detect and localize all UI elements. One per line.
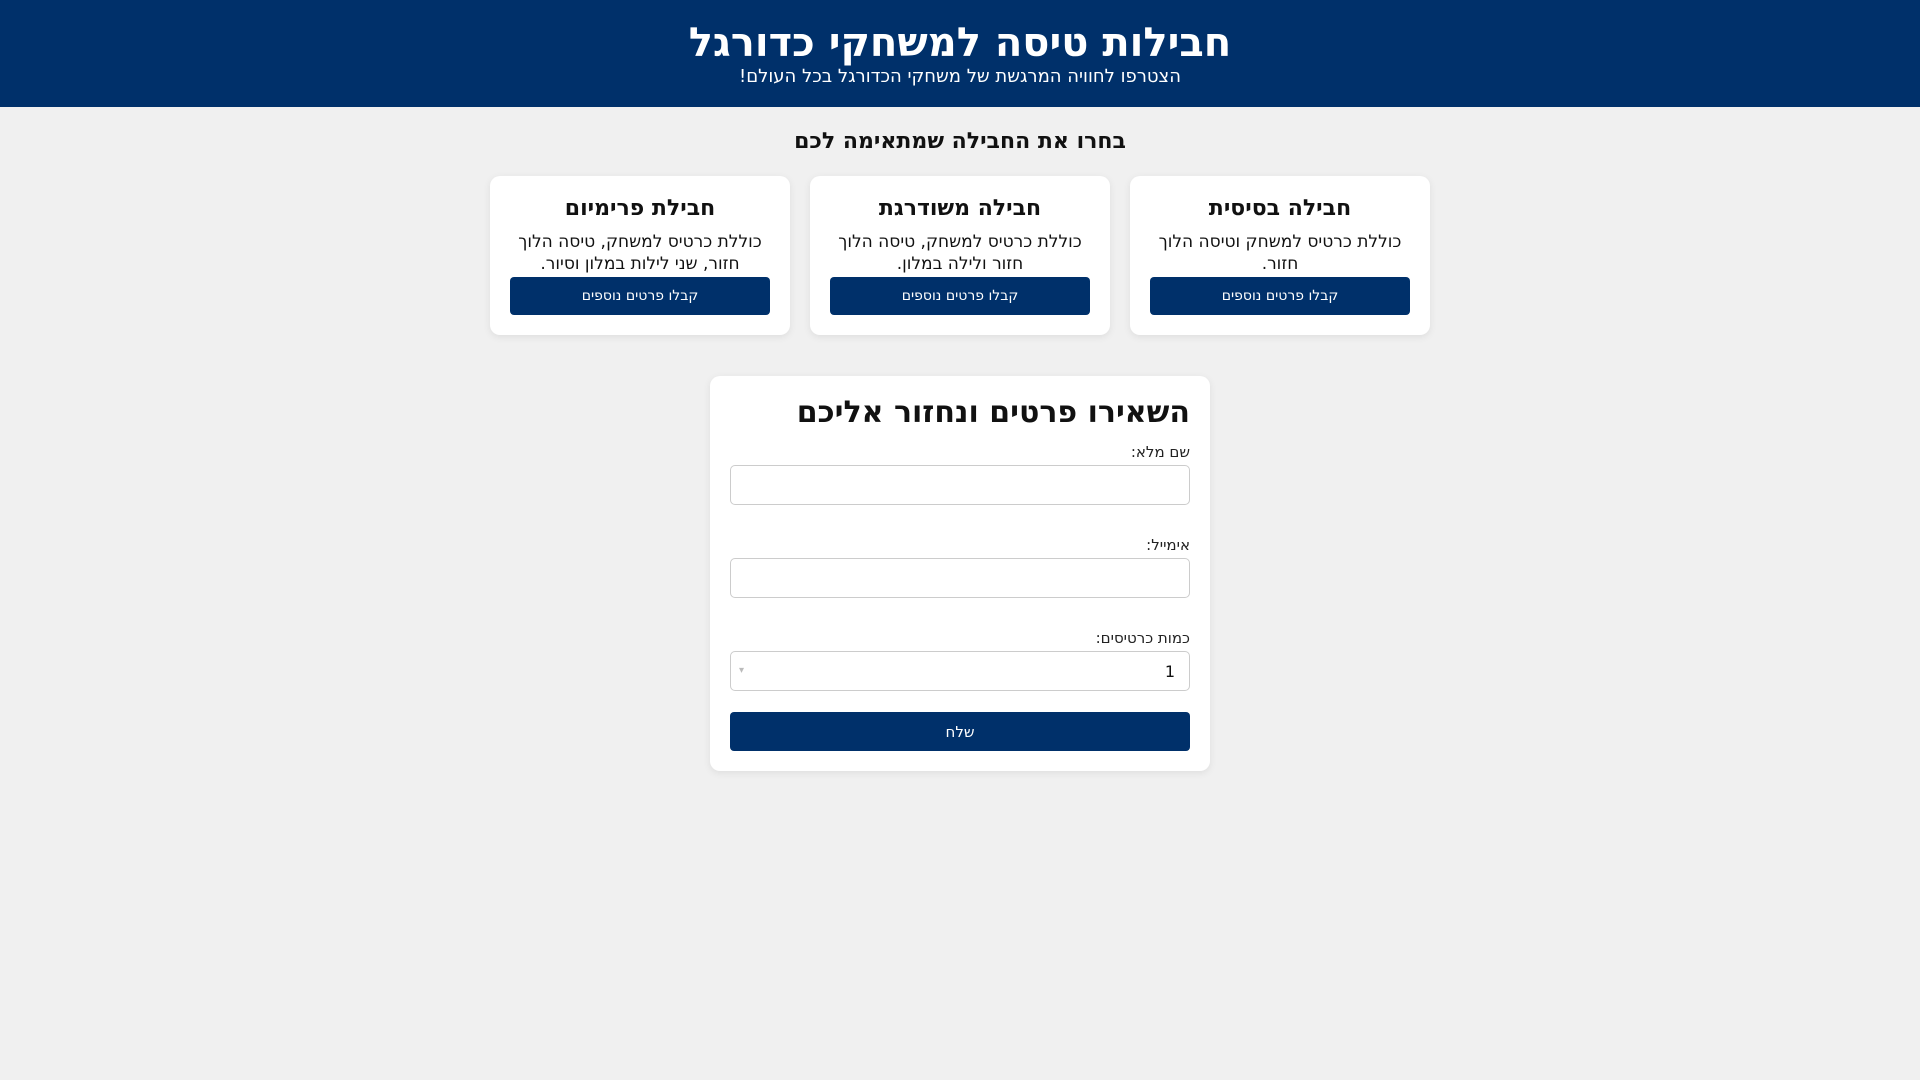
package-description: כוללת כרטיס למשחק, טיסה הלוך חזור ולילה … <box>838 232 1082 274</box>
package-title: חבילה משודרגת <box>878 196 1042 221</box>
package-description: כוללת כרטיס למשחק, טיסה הלוך חזור, שני ל… <box>518 232 762 274</box>
package-card-upgraded: חבילה משודרגת כוללת כרטיס למשחק, טיסה הל… <box>810 176 1110 335</box>
page-subtitle: הצטרפו לחוויה המרגשת של משחקי הכדורגל בכ… <box>738 66 1181 87</box>
package-title: חבילת פרימיום <box>564 196 716 221</box>
package-details-button[interactable]: קבלו פרטים נוספים <box>510 277 770 315</box>
package-card-premium: חבילת פרימיום כוללת כרטיס למשחק, טיסה הל… <box>490 176 790 335</box>
page: חבילות טיסה למשחקי כדורגל הצטרפו לחוויה … <box>0 0 1920 1080</box>
packages-section-title: בחרו את החבילה שמתאימה לכם <box>794 129 1126 154</box>
tickets-quantity-value: 1 <box>1164 662 1175 681</box>
site-header: חבילות טיסה למשחקי כדורגל הצטרפו לחוויה … <box>0 0 1920 107</box>
full-name-input[interactable] <box>730 465 1190 505</box>
page-title: חבילות טיסה למשחקי כדורגל <box>688 20 1232 66</box>
form-title: השאירו פרטים ונחזור אליכם <box>796 395 1190 430</box>
chevron-down-icon: ▾ <box>739 665 745 676</box>
email-label: אימייל: <box>1146 536 1190 554</box>
package-description: כוללת כרטיס למשחק וטיסה הלוך חזור. <box>1158 232 1402 274</box>
package-title: חבילה בסיסית <box>1208 196 1352 221</box>
full-name-label: שם מלא: <box>1130 443 1190 461</box>
package-card-basic: חבילה בסיסית כוללת כרטיס למשחק וטיסה הלו… <box>1130 176 1430 335</box>
tickets-quantity-label: כמות כרטיסים: <box>1095 629 1190 647</box>
submit-button[interactable]: שלח <box>730 712 1190 751</box>
package-details-button[interactable]: קבלו פרטים נוספים <box>1150 277 1410 315</box>
package-details-button[interactable]: קבלו פרטים נוספים <box>830 277 1090 315</box>
tickets-quantity-select[interactable]: 1 ▾ <box>730 651 1190 691</box>
email-input[interactable] <box>730 558 1190 598</box>
contact-form: השאירו פרטים ונחזור אליכם שם מלא: אימייל… <box>710 376 1210 771</box>
